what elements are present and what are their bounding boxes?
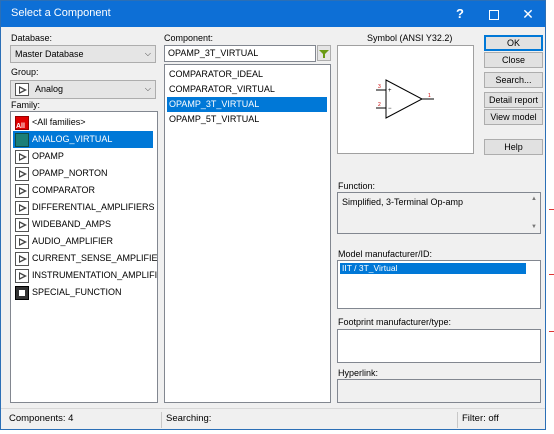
family-item-instrumentation-amplifiers[interactable]: INSTRUMENTATION_AMPLIFIE [13, 267, 157, 284]
chevron-down-icon: ⌵ [144, 84, 151, 93]
family-item-analog-virtual[interactable]: ANALOG_VIRTUAL [13, 131, 153, 148]
database-select[interactable]: Master Database ⌵ [10, 45, 156, 63]
component-label: Component: [164, 33, 214, 43]
family-item-opamp-norton[interactable]: OPAMP_NORTON [13, 165, 153, 182]
function-text: Simplified, 3-Terminal Op-amp [342, 197, 464, 207]
ok-button[interactable]: OK [484, 35, 543, 51]
svg-text:1: 1 [428, 93, 431, 99]
analog-group-icon [15, 83, 29, 97]
opamp-symbol-icon: 3 2 + − 1 [376, 79, 434, 119]
family-item-audio-amplifier[interactable]: AUDIO_AMPLIFIER [13, 233, 153, 250]
component-input-value: OPAMP_3T_VIRTUAL [168, 48, 259, 58]
svg-text:3: 3 [378, 84, 381, 90]
component-item[interactable]: COMPARATOR_IDEAL [167, 67, 327, 82]
filter-icon [319, 50, 329, 58]
virtual-icon [15, 132, 29, 147]
symbol-preview: 3 2 + − 1 [337, 45, 474, 154]
family-item-special-function[interactable]: SPECIAL_FUNCTION [13, 284, 153, 301]
background-wire [549, 274, 554, 275]
diff-amp-icon [15, 200, 29, 215]
family-item-wideband-amps[interactable]: WIDEBAND_AMPS [13, 216, 153, 233]
svg-text:+: + [388, 88, 392, 94]
family-item-differential-amplifiers[interactable]: DIFFERENTIAL_AMPLIFIERS [13, 199, 155, 216]
instrumentation-icon [15, 268, 29, 283]
help-button[interactable]: Help [484, 139, 543, 155]
close-button[interactable]: Close [484, 52, 543, 68]
component-item[interactable]: OPAMP_5T_VIRTUAL [167, 112, 327, 127]
status-bar: Components: 4 Searching: Filter: off [1, 408, 545, 429]
family-item-comparator[interactable]: COMPARATOR [13, 182, 153, 199]
component-search-input[interactable]: OPAMP_3T_VIRTUAL [164, 45, 316, 62]
dialog-title: Select a Component [11, 7, 111, 19]
svg-text:2: 2 [378, 102, 381, 108]
title-bar[interactable]: Select a Component ? ✕ [1, 1, 545, 27]
component-item-selected[interactable]: OPAMP_3T_VIRTUAL [167, 97, 327, 112]
family-item-all[interactable]: <All families> [13, 114, 153, 135]
components-count: Components: 4 [9, 413, 74, 424]
detail-report-button[interactable]: Detail report [484, 92, 543, 108]
component-item[interactable]: COMPARATOR_VIRTUAL [167, 82, 327, 97]
maximize-button[interactable] [477, 1, 511, 27]
function-label: Function: [338, 181, 376, 191]
group-select[interactable]: Analog ⌵ [10, 80, 156, 99]
footprint-label: Footprint manufacturer/type: [338, 317, 452, 327]
model-label: Model manufacturer/ID: [338, 249, 433, 259]
select-component-dialog: Select a Component ? ✕ Database: Master … [0, 0, 546, 430]
special-function-icon [15, 285, 29, 300]
opamp-norton-icon [15, 166, 29, 181]
family-item-current-sense-amplifiers[interactable]: CURRENT_SENSE_AMPLIFIERS [13, 250, 157, 267]
search-button[interactable]: Search... [484, 72, 543, 88]
background-wire [549, 209, 554, 210]
svg-text:−: − [388, 106, 392, 112]
family-label: Family: [11, 100, 40, 110]
hyperlink-label: Hyperlink: [338, 368, 379, 378]
group-value: Analog [35, 84, 64, 94]
function-scrollbar[interactable]: ▲ ▼ [529, 194, 539, 232]
database-value: Master Database [15, 49, 84, 59]
family-list[interactable]: <All families> ANALOG_VIRTUAL OPAMP OPAM… [10, 111, 158, 403]
hyperlink-field[interactable] [337, 379, 541, 403]
maximize-icon [489, 9, 499, 20]
audio-amp-icon [15, 234, 29, 249]
opamp-icon [15, 149, 29, 164]
chevron-down-icon: ⌵ [144, 49, 151, 58]
help-title-button[interactable]: ? [443, 1, 477, 27]
close-window-button[interactable]: ✕ [511, 1, 545, 27]
view-model-button[interactable]: View model [484, 109, 543, 125]
filter-button[interactable] [317, 45, 331, 61]
all-families-icon [15, 115, 29, 135]
symbol-label: Symbol (ANSI Y32.2) [367, 33, 453, 43]
searching-status: Searching: [161, 412, 457, 428]
family-item-opamp[interactable]: OPAMP [13, 148, 153, 165]
component-list[interactable]: COMPARATOR_IDEAL COMPARATOR_VIRTUAL OPAM… [164, 64, 331, 403]
model-item-selected[interactable]: IIT / 3T_Virtual [340, 263, 526, 274]
comparator-icon [15, 183, 29, 198]
function-description: Simplified, 3-Terminal Op-amp ▲ ▼ [337, 192, 541, 234]
current-sense-icon [15, 251, 29, 266]
footprint-list[interactable] [337, 329, 541, 363]
scroll-down-icon: ▼ [531, 224, 537, 230]
model-list[interactable]: IIT / 3T_Virtual [337, 260, 541, 309]
group-label: Group: [11, 67, 39, 77]
wideband-icon [15, 217, 29, 232]
database-label: Database: [11, 33, 53, 43]
scroll-up-icon: ▲ [531, 196, 537, 202]
background-wire [549, 331, 554, 332]
filter-status: Filter: off [457, 412, 543, 428]
